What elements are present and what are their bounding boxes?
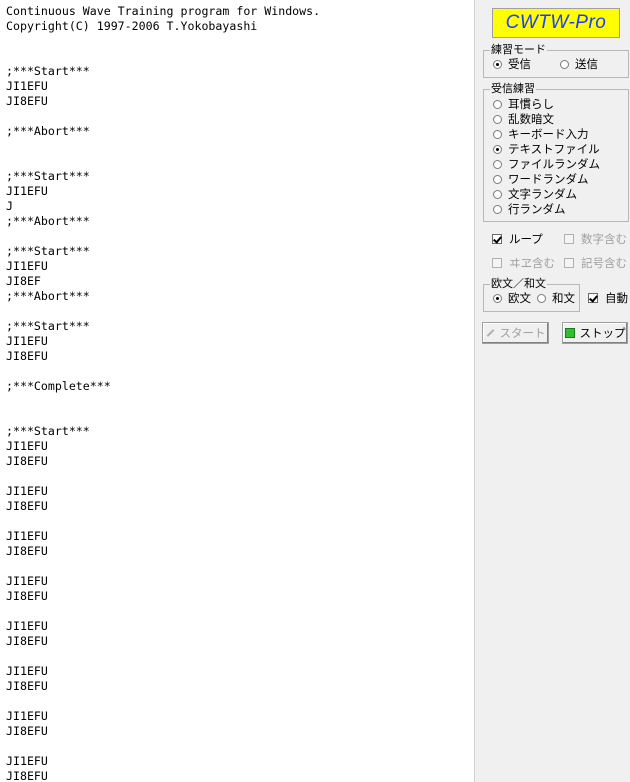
radio-icon xyxy=(537,293,546,303)
receive-option-char-random[interactable]: 文字ランダム xyxy=(493,187,577,201)
stop-button[interactable]: ストップ xyxy=(562,322,628,344)
language-group: 欧文／和文 欧文 和文 xyxy=(483,277,580,312)
option-label: ファイルランダム xyxy=(508,157,600,171)
language-group-title: 欧文／和文 xyxy=(490,277,547,290)
loop-checkbox[interactable]: ループ xyxy=(492,232,543,246)
receive-option-word-random[interactable]: ワードランダム xyxy=(493,172,589,186)
auto-label: 自動 xyxy=(605,291,628,305)
lang-english-radio[interactable]: 欧文 xyxy=(493,291,531,305)
radio-icon xyxy=(493,159,502,169)
radio-icon xyxy=(493,129,502,139)
stop-button-label: ストップ xyxy=(579,326,626,340)
option-label: 乱数暗文 xyxy=(508,112,554,126)
start-button[interactable]: スタート xyxy=(482,322,549,344)
mode-send-label: 送信 xyxy=(575,57,598,71)
receive-group-title: 受信練習 xyxy=(490,82,536,95)
checkbox-icon xyxy=(492,234,502,244)
checkbox-icon xyxy=(564,234,574,244)
receive-option-random-code[interactable]: 乱数暗文 xyxy=(493,112,554,126)
receive-option-keyboard[interactable]: キーボード入力 xyxy=(493,127,589,141)
include-kana-label: ヰヱ含む xyxy=(509,256,555,270)
pen-icon xyxy=(486,329,494,337)
radio-icon xyxy=(493,174,502,184)
option-label: テキストファイル xyxy=(508,142,600,156)
option-label: キーボード入力 xyxy=(508,127,589,141)
checkbox-icon xyxy=(588,293,598,303)
include-digits-label: 数字含む xyxy=(581,232,627,246)
checkbox-icon xyxy=(564,258,574,268)
app-logo: CWTW-Pro xyxy=(492,8,620,38)
option-label: 行ランダム xyxy=(508,202,566,216)
receive-option-file-random[interactable]: ファイルランダム xyxy=(493,157,600,171)
lang-english-label: 欧文 xyxy=(508,291,531,305)
checkbox-icon xyxy=(492,258,502,268)
radio-icon xyxy=(493,99,502,109)
mode-send-radio[interactable]: 送信 xyxy=(560,57,598,71)
loop-label: ループ xyxy=(509,232,543,246)
output-log[interactable]: Continuous Wave Training program for Win… xyxy=(0,0,475,782)
radio-icon xyxy=(560,59,569,69)
mode-receive-label: 受信 xyxy=(508,57,531,71)
option-label: 文字ランダム xyxy=(508,187,577,201)
start-button-label: スタート xyxy=(499,326,546,340)
mode-group: 練習モード 受信 送信 xyxy=(483,43,629,78)
receive-option-ear-training[interactable]: 耳慣らし xyxy=(493,97,554,111)
stop-icon xyxy=(564,328,575,338)
auto-checkbox[interactable]: 自動 xyxy=(588,291,628,305)
radio-icon xyxy=(493,59,502,69)
include-symbols-label: 記号含む xyxy=(581,256,627,270)
radio-icon xyxy=(493,114,502,124)
option-label: 耳慣らし xyxy=(508,97,554,111)
include-kana-checkbox[interactable]: ヰヱ含む xyxy=(492,256,555,270)
include-symbols-checkbox[interactable]: 記号含む xyxy=(564,256,627,270)
lang-japanese-radio[interactable]: 和文 xyxy=(537,291,575,305)
radio-icon xyxy=(493,204,502,214)
receive-group: 受信練習 耳慣らし 乱数暗文 キーボード入力 テキストファイル ファイルランダム… xyxy=(483,82,629,222)
radio-icon xyxy=(493,293,502,303)
receive-option-line-random[interactable]: 行ランダム xyxy=(493,202,566,216)
option-label: ワードランダム xyxy=(508,172,589,186)
radio-icon xyxy=(493,144,502,154)
control-panel: CWTW-Pro 練習モード 受信 送信 受信練習 耳慣らし 乱数暗文 キーボー… xyxy=(475,0,630,782)
radio-icon xyxy=(493,189,502,199)
mode-receive-radio[interactable]: 受信 xyxy=(493,57,531,71)
include-digits-checkbox[interactable]: 数字含む xyxy=(564,232,627,246)
lang-japanese-label: 和文 xyxy=(552,291,575,305)
log-text: Continuous Wave Training program for Win… xyxy=(6,4,321,782)
mode-group-title: 練習モード xyxy=(490,43,547,56)
receive-option-text-file[interactable]: テキストファイル xyxy=(493,142,600,156)
